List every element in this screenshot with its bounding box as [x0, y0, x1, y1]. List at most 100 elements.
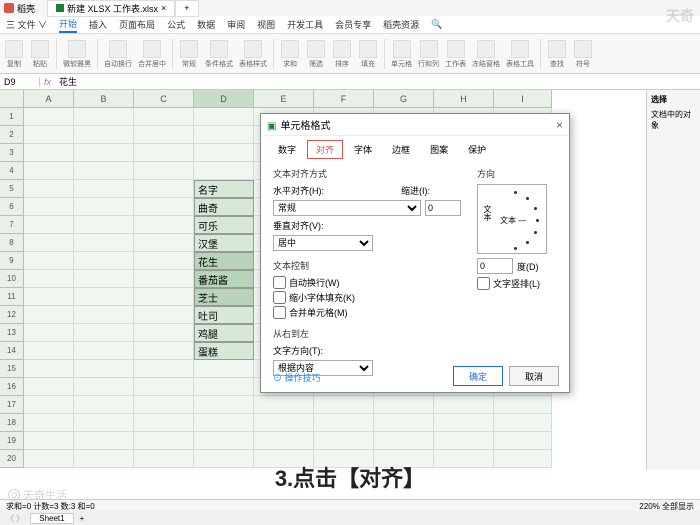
- cell[interactable]: [24, 270, 74, 288]
- cell[interactable]: [74, 198, 134, 216]
- file-menu[interactable]: 三 文件 ∨: [6, 18, 47, 31]
- row-header[interactable]: 1: [0, 108, 24, 126]
- cell[interactable]: [134, 198, 194, 216]
- row-header[interactable]: 19: [0, 432, 24, 450]
- ribbon-tab-member[interactable]: 会员专享: [335, 18, 371, 31]
- cell[interactable]: 名字: [194, 180, 254, 198]
- h-align-select[interactable]: 常规: [273, 200, 421, 216]
- cell[interactable]: [194, 432, 254, 450]
- cell[interactable]: 蛋糕: [194, 342, 254, 360]
- wrap-checkbox[interactable]: [273, 276, 286, 289]
- cell[interactable]: [374, 432, 434, 450]
- cell-button[interactable]: [393, 40, 411, 58]
- close-tab-icon[interactable]: ×: [161, 3, 166, 13]
- col-header-F[interactable]: F: [314, 90, 374, 108]
- cell[interactable]: [24, 180, 74, 198]
- formula-input[interactable]: 花生: [55, 75, 700, 88]
- row-header[interactable]: 5: [0, 180, 24, 198]
- cancel-button[interactable]: 取消: [509, 366, 559, 386]
- cell[interactable]: [494, 432, 552, 450]
- dialog-close-button[interactable]: ×: [556, 118, 563, 132]
- row-header[interactable]: 13: [0, 324, 24, 342]
- find-button[interactable]: [548, 40, 566, 58]
- cell[interactable]: [134, 360, 194, 378]
- sheet-button[interactable]: [447, 40, 465, 58]
- cell[interactable]: [24, 396, 74, 414]
- wrap-button[interactable]: [109, 40, 127, 58]
- ribbon-tab-insert[interactable]: 插入: [89, 18, 107, 31]
- indent-spinner[interactable]: 0: [425, 200, 461, 216]
- name-box[interactable]: D9: [0, 77, 40, 87]
- row-header[interactable]: 11: [0, 288, 24, 306]
- cell[interactable]: [24, 216, 74, 234]
- new-tab-button[interactable]: +: [175, 0, 198, 17]
- cell[interactable]: 吐司: [194, 306, 254, 324]
- cell[interactable]: [134, 144, 194, 162]
- cond-format-button[interactable]: [210, 40, 228, 58]
- cell[interactable]: [134, 288, 194, 306]
- cell[interactable]: 汉堡: [194, 234, 254, 252]
- cell[interactable]: [74, 180, 134, 198]
- ribbon-tab-layout[interactable]: 页面布局: [119, 18, 155, 31]
- cell[interactable]: [134, 378, 194, 396]
- cell[interactable]: [134, 162, 194, 180]
- cell[interactable]: [434, 414, 494, 432]
- cell[interactable]: [74, 396, 134, 414]
- vertical-text-checkbox[interactable]: [477, 277, 490, 290]
- row-header[interactable]: 9: [0, 252, 24, 270]
- cell[interactable]: [74, 324, 134, 342]
- merge-checkbox[interactable]: [273, 306, 286, 319]
- cell[interactable]: 鸡腿: [194, 324, 254, 342]
- col-header-C[interactable]: C: [134, 90, 194, 108]
- cell[interactable]: [74, 270, 134, 288]
- v-align-select[interactable]: 居中: [273, 235, 373, 251]
- row-header[interactable]: 10: [0, 270, 24, 288]
- cell[interactable]: [314, 414, 374, 432]
- cell[interactable]: [314, 396, 374, 414]
- ribbon-tab-formula[interactable]: 公式: [167, 18, 185, 31]
- add-sheet-button[interactable]: +: [80, 514, 85, 523]
- orientation-widget[interactable]: 文本 文本 —: [477, 184, 547, 254]
- row-header[interactable]: 14: [0, 342, 24, 360]
- cell[interactable]: [374, 414, 434, 432]
- row-header[interactable]: 7: [0, 216, 24, 234]
- row-header[interactable]: 8: [0, 234, 24, 252]
- cell[interactable]: [194, 378, 254, 396]
- cell[interactable]: [194, 414, 254, 432]
- cell[interactable]: [434, 432, 494, 450]
- cell[interactable]: [24, 360, 74, 378]
- ribbon-tab-home[interactable]: 开始: [59, 17, 77, 33]
- cell[interactable]: [74, 288, 134, 306]
- cell[interactable]: [24, 432, 74, 450]
- cell[interactable]: [74, 108, 134, 126]
- cell[interactable]: [254, 396, 314, 414]
- cell[interactable]: [134, 234, 194, 252]
- dialog-tab-align[interactable]: 对齐: [307, 140, 343, 159]
- zoom-level[interactable]: 220%: [639, 502, 659, 511]
- row-header[interactable]: 16: [0, 378, 24, 396]
- cell[interactable]: [24, 144, 74, 162]
- cell[interactable]: 曲奇: [194, 198, 254, 216]
- cell[interactable]: 芝士: [194, 288, 254, 306]
- ribbon-tab-view[interactable]: 视图: [257, 18, 275, 31]
- cell[interactable]: [24, 198, 74, 216]
- col-header-A[interactable]: A: [24, 90, 74, 108]
- cell[interactable]: [254, 432, 314, 450]
- dialog-tab-pattern[interactable]: 图案: [421, 140, 457, 159]
- cell[interactable]: [24, 342, 74, 360]
- cell[interactable]: [134, 306, 194, 324]
- document-tab[interactable]: 新建 XLSX 工作表.xlsx ×: [47, 0, 175, 17]
- row-header[interactable]: 17: [0, 396, 24, 414]
- tips-link[interactable]: ⊙ 操作技巧: [273, 371, 321, 384]
- tools-button[interactable]: [511, 40, 529, 58]
- row-header[interactable]: 18: [0, 414, 24, 432]
- degree-spinner[interactable]: 0: [477, 258, 513, 274]
- sheet-nav[interactable]: 〈 〉: [6, 513, 24, 524]
- cell[interactable]: [134, 396, 194, 414]
- cell[interactable]: [24, 324, 74, 342]
- cell[interactable]: [74, 162, 134, 180]
- filter-button[interactable]: [307, 40, 325, 58]
- cell[interactable]: [24, 306, 74, 324]
- font-select[interactable]: [68, 40, 86, 58]
- select-all-corner[interactable]: [0, 90, 24, 108]
